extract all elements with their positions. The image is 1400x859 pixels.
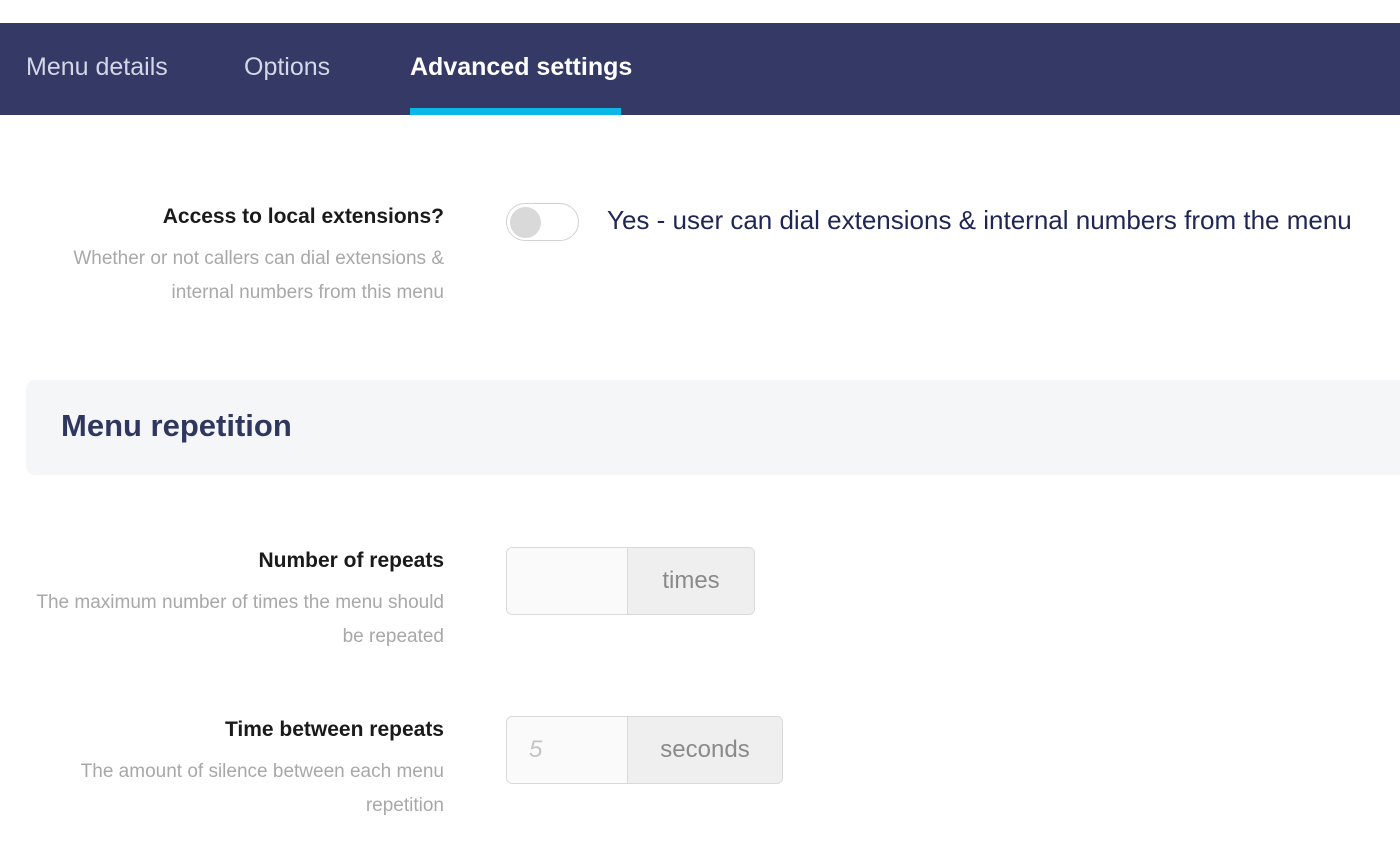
seconds-unit-addon: seconds — [627, 717, 782, 783]
tab-advanced-settings[interactable]: Advanced settings — [410, 23, 632, 115]
tab-label: Advanced settings — [410, 53, 633, 81]
tab-options[interactable]: Options — [244, 23, 330, 115]
toggle-knob — [510, 207, 541, 238]
time-between-repeats-help: The amount of silence between each menu … — [80, 761, 444, 816]
number-of-repeats-group: times — [506, 547, 755, 615]
tab-label: Menu details — [26, 53, 168, 81]
local-extensions-label: Access to local extensions? — [162, 205, 444, 228]
times-unit-addon: times — [627, 548, 754, 614]
local-extensions-toggle[interactable] — [506, 203, 579, 241]
time-between-repeats-label: Time between repeats — [224, 718, 444, 741]
local-extensions-help: Whether or not callers can dial extensio… — [73, 248, 444, 303]
tab-menu-details[interactable]: Menu details — [26, 23, 168, 115]
time-between-repeats-input[interactable] — [507, 717, 627, 783]
number-of-repeats-help: The maximum number of times the menu sho… — [36, 592, 444, 647]
tab-label: Options — [244, 53, 331, 81]
settings-tabbar: Menu details Options Advanced settings — [0, 23, 1400, 115]
local-extensions-toggle-text[interactable]: Yes - user can dial extensions & interna… — [607, 205, 1352, 236]
active-tab-indicator — [410, 108, 621, 115]
number-of-repeats-input[interactable] — [507, 548, 627, 614]
number-of-repeats-label: Number of repeats — [258, 549, 444, 572]
section-title: Menu repetition — [61, 408, 292, 443]
menu-repetition-section-header: Menu repetition — [26, 380, 1400, 475]
time-between-repeats-group: seconds — [506, 716, 783, 784]
